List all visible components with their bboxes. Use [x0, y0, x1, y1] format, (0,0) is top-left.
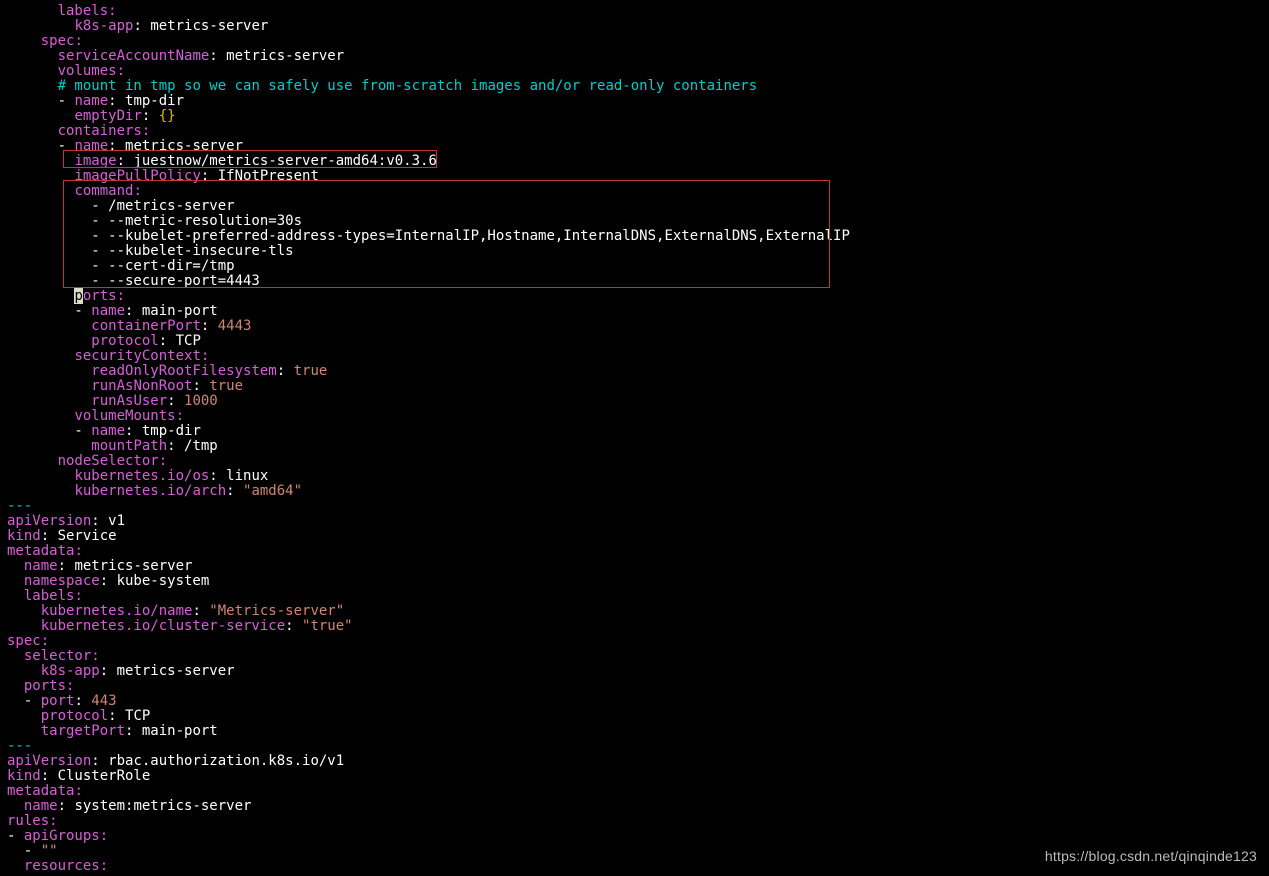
code-line[interactable]: volumes:: [7, 64, 850, 79]
code-line[interactable]: apiVersion: v1: [7, 514, 850, 529]
code-line[interactable]: kubernetes.io/os: linux: [7, 469, 850, 484]
code-line[interactable]: ports:: [7, 289, 850, 304]
code-line[interactable]: kubernetes.io/cluster-service: "true": [7, 619, 850, 634]
code-line[interactable]: runAsNonRoot: true: [7, 379, 850, 394]
code-line[interactable]: - name: main-port: [7, 304, 850, 319]
code-line[interactable]: # mount in tmp so we can safely use from…: [7, 79, 850, 94]
code-line[interactable]: protocol: TCP: [7, 334, 850, 349]
code-line[interactable]: rules:: [7, 814, 850, 829]
code-line[interactable]: serviceAccountName: metrics-server: [7, 49, 850, 64]
code-line[interactable]: - name: tmp-dir: [7, 424, 850, 439]
code-line[interactable]: metadata:: [7, 544, 850, 559]
code-line[interactable]: apiVersion: rbac.authorization.k8s.io/v1: [7, 754, 850, 769]
code-line[interactable]: labels:: [7, 4, 850, 19]
code-line[interactable]: emptyDir: {}: [7, 109, 850, 124]
code-line[interactable]: ports:: [7, 679, 850, 694]
code-line[interactable]: securityContext:: [7, 349, 850, 364]
highlight-box-image: [63, 150, 437, 168]
yaml-editor[interactable]: labels: k8s-app: metrics-server spec: se…: [7, 4, 850, 874]
code-line[interactable]: - apiGroups:: [7, 829, 850, 844]
csdn-watermark: https://blog.csdn.net/qinqinde123: [1045, 849, 1257, 864]
code-line[interactable]: name: system:metrics-server: [7, 799, 850, 814]
code-line[interactable]: kubernetes.io/arch: "amd64": [7, 484, 850, 499]
code-line[interactable]: name: metrics-server: [7, 559, 850, 574]
code-line[interactable]: - "": [7, 844, 850, 859]
code-line[interactable]: containerPort: 4443: [7, 319, 850, 334]
highlight-box-command: [63, 180, 830, 288]
code-line[interactable]: selector:: [7, 649, 850, 664]
code-line[interactable]: volumeMounts:: [7, 409, 850, 424]
code-line[interactable]: - port: 443: [7, 694, 850, 709]
code-line[interactable]: kind: ClusterRole: [7, 769, 850, 784]
code-line[interactable]: kind: Service: [7, 529, 850, 544]
code-line[interactable]: nodeSelector:: [7, 454, 850, 469]
code-line[interactable]: kubernetes.io/name: "Metrics-server": [7, 604, 850, 619]
code-line[interactable]: k8s-app: metrics-server: [7, 664, 850, 679]
code-line[interactable]: labels:: [7, 589, 850, 604]
code-line[interactable]: mountPath: /tmp: [7, 439, 850, 454]
code-content[interactable]: labels: k8s-app: metrics-server spec: se…: [7, 4, 850, 874]
code-line[interactable]: protocol: TCP: [7, 709, 850, 724]
code-line[interactable]: containers:: [7, 124, 850, 139]
code-line[interactable]: ---: [7, 499, 850, 514]
code-line[interactable]: metadata:: [7, 784, 850, 799]
code-line[interactable]: spec:: [7, 634, 850, 649]
code-line[interactable]: namespace: kube-system: [7, 574, 850, 589]
code-line[interactable]: ---: [7, 739, 850, 754]
code-line[interactable]: k8s-app: metrics-server: [7, 19, 850, 34]
code-line[interactable]: spec:: [7, 34, 850, 49]
code-line[interactable]: runAsUser: 1000: [7, 394, 850, 409]
code-line[interactable]: targetPort: main-port: [7, 724, 850, 739]
code-line[interactable]: resources:: [7, 859, 850, 874]
code-line[interactable]: readOnlyRootFilesystem: true: [7, 364, 850, 379]
code-line[interactable]: - name: tmp-dir: [7, 94, 850, 109]
